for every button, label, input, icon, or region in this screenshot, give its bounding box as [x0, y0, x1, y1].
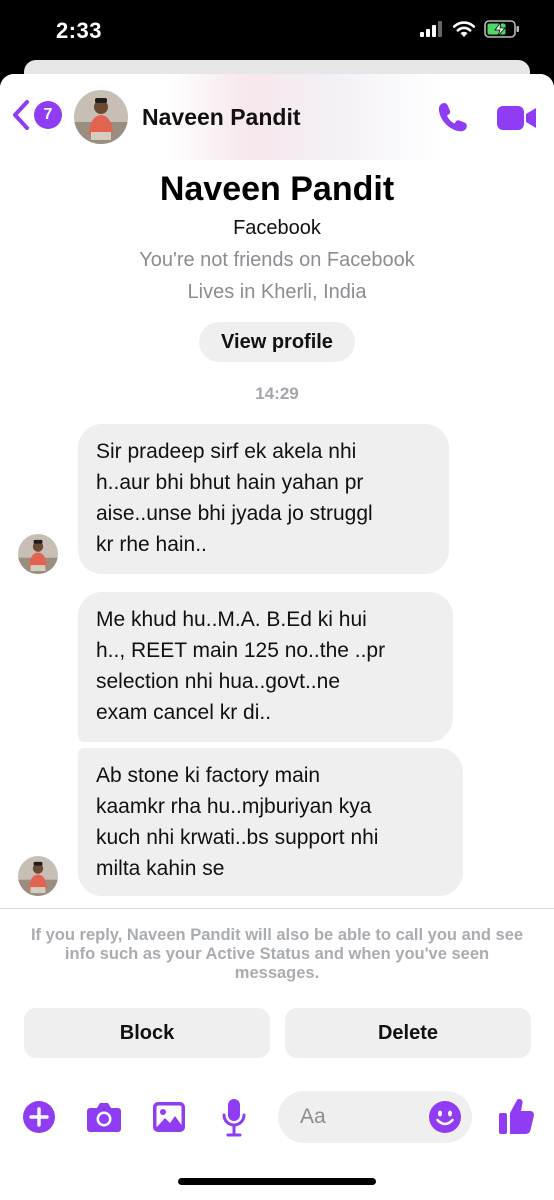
message-bubble[interactable]: Sir pradeep sirf ek akela nhi h..aur bhi…: [78, 424, 449, 574]
delete-button[interactable]: Delete: [285, 1008, 531, 1058]
message-request-notice: If you reply, Naveen Pandit will also be…: [30, 926, 524, 982]
message-line: kaamkr rha hu..mjburiyan kya: [96, 795, 372, 818]
message-bubble[interactable]: Me khud hu..M.A. B.Ed ki hui h.., REET m…: [78, 592, 453, 742]
video-camera-icon[interactable]: [496, 102, 538, 134]
photo-icon[interactable]: [152, 1101, 186, 1133]
wifi-icon: [452, 21, 476, 37]
microphone-icon[interactable]: [222, 1098, 246, 1138]
plus-circle-icon[interactable]: [22, 1100, 56, 1134]
profile-source: Facebook: [233, 217, 321, 239]
message-composer: [0, 1088, 554, 1148]
message-line: Ab stone ki factory main: [96, 764, 321, 787]
profile-name: Naveen Pandit: [159, 170, 395, 208]
chevron-left-icon: [13, 100, 29, 130]
block-button[interactable]: Block: [24, 1008, 270, 1058]
message-line: h..aur bhi bhut hain yahan pr: [96, 471, 364, 494]
back-button[interactable]: 7: [10, 98, 62, 132]
emoji-icon[interactable]: [428, 1100, 462, 1134]
status-icons: [420, 20, 520, 38]
status-bar: 2:33: [0, 0, 554, 62]
conversation-sheet: 7 Naveen Pandit Naveen Pandit Facebook Y…: [0, 74, 554, 1200]
home-indicator: [178, 1178, 376, 1185]
message-timestamp: 14:29: [255, 384, 299, 403]
sender-avatar[interactable]: [18, 534, 58, 574]
avatar[interactable]: [74, 90, 128, 144]
message-line: exam cancel kr di..: [96, 701, 272, 724]
view-profile-button[interactable]: View profile: [199, 322, 355, 362]
camera-icon[interactable]: [86, 1101, 122, 1133]
message-line: kuch nhi krwati..bs support nhi: [96, 826, 379, 849]
message-line: selection nhi hua..govt..ne: [96, 670, 341, 693]
chat-header: 7 Naveen Pandit: [0, 74, 554, 160]
message-input[interactable]: [300, 1103, 420, 1131]
phone-icon[interactable]: [436, 100, 470, 134]
profile-photo: [18, 534, 58, 574]
message-line: Me khud hu..M.A. B.Ed ki hui: [96, 608, 367, 631]
cellular-signal-icon: [420, 21, 442, 37]
thumbs-up-icon[interactable]: [496, 1096, 536, 1136]
message-line: h.., REET main 125 no..the ..pr: [96, 639, 386, 662]
message-line: aise..unse bhi jyada jo struggl: [96, 502, 373, 525]
message-bubble[interactable]: Ab stone ki factory main kaamkr rha hu..…: [78, 748, 463, 896]
lives-in: Lives in Kherli, India: [187, 281, 367, 303]
profile-photo: [74, 90, 128, 144]
message-input-field[interactable]: [278, 1091, 472, 1143]
status-time: 2:33: [56, 18, 103, 43]
message-line: milta kahin se: [96, 857, 225, 880]
profile-photo: [18, 856, 58, 896]
message-line: kr rhe hain..: [96, 533, 207, 556]
friend-status: You're not friends on Facebook: [139, 249, 415, 271]
divider: [0, 908, 554, 909]
contact-name[interactable]: Naveen Pandit: [142, 104, 301, 131]
battery-charging-icon: [484, 20, 519, 38]
sender-avatar[interactable]: [18, 856, 58, 896]
unread-count-badge: 7: [34, 101, 62, 129]
message-line: Sir pradeep sirf ek akela nhi: [96, 440, 357, 463]
